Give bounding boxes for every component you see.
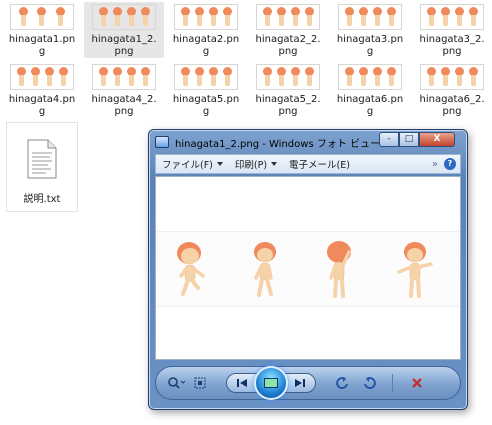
window-controls: - □ X (379, 132, 455, 147)
file-name: hinagata1_2.png (91, 34, 157, 57)
file-item[interactable]: hinagata6_2.png (412, 62, 492, 118)
delete-icon[interactable] (405, 373, 429, 393)
character-pose-4 (397, 242, 433, 298)
minimize-button[interactable]: - (379, 132, 399, 147)
file-thumbnail (338, 64, 402, 90)
chevron-down-icon (271, 162, 278, 166)
slideshow-icon[interactable] (254, 366, 288, 400)
file-item[interactable]: hinagata3_2.png (412, 2, 492, 58)
photo-viewer-window: hinagata1_2.png - Windows フォト ビューアー - □ … (148, 129, 468, 410)
file-item[interactable]: hinagata5_2.png (248, 62, 328, 118)
character-pose-2 (254, 242, 276, 297)
file-name: hinagata5_2.png (255, 94, 321, 117)
file-name: hinagata4_2.png (91, 94, 157, 117)
character-pose-3 (327, 241, 351, 298)
file-name: hinagata2.png (172, 34, 240, 57)
file-thumbnail (174, 4, 238, 30)
file-name: hinagata2_2.png (255, 34, 321, 57)
menu-file[interactable]: ファイル(F) (162, 157, 223, 171)
file-name: hinagata3.png (336, 34, 404, 57)
file-name: hinagata5.png (172, 94, 240, 117)
text-document-icon (27, 139, 57, 179)
viewer-toolbar (155, 366, 461, 400)
file-item[interactable]: hinagata3.png (330, 2, 410, 58)
menu-bar: ファイル(F) 印刷(P) 電子メール(E) » ? (155, 154, 461, 174)
file-name: hinagata3_2.png (419, 34, 485, 57)
file-item[interactable]: hinagata1.png (2, 2, 82, 58)
rotate-group (330, 373, 382, 393)
file-thumbnail (420, 4, 484, 30)
slideshow-screen-icon (264, 378, 278, 388)
file-thumbnail (92, 64, 156, 90)
file-item[interactable]: hinagata2_2.png (248, 2, 328, 58)
menu-right-group: » ? (432, 158, 460, 170)
rotate-clockwise-icon[interactable] (358, 373, 382, 393)
menu-file-label: ファイル(F) (162, 160, 213, 171)
file-item-selected[interactable]: hinagata1_2.png (84, 2, 164, 58)
file-thumbnail (10, 4, 74, 30)
photo-viewer-app-icon (155, 136, 169, 148)
file-name: hinagata6.png (336, 94, 404, 117)
menu-print[interactable]: 印刷(P) (234, 157, 278, 171)
rotate-counterclockwise-icon[interactable] (330, 373, 354, 393)
file-item[interactable]: hinagata4_2.png (84, 62, 164, 118)
help-icon[interactable]: ? (444, 158, 456, 170)
file-thumbnail (420, 64, 484, 90)
file-thumbnail (92, 4, 156, 30)
file-item[interactable]: hinagata4.png (2, 62, 82, 118)
image-canvas[interactable] (155, 176, 461, 360)
toolbar-separator (392, 374, 393, 392)
file-thumbnail (10, 64, 74, 90)
text-file-name: 説明.txt (23, 194, 61, 205)
file-thumbnail (256, 64, 320, 90)
menu-email-label: 電子メール(E) (289, 160, 350, 171)
title-bar[interactable]: hinagata1_2.png - Windows フォト ビューアー - □ … (155, 132, 455, 151)
file-item[interactable]: hinagata5.png (166, 62, 246, 118)
file-item[interactable]: hinagata2.png (166, 2, 246, 58)
menu-print-label: 印刷(P) (234, 160, 268, 171)
window-title: hinagata1_2.png - Windows フォト ビューアー (175, 138, 397, 150)
character-pose-1 (177, 242, 205, 296)
file-name: hinagata6_2.png (419, 94, 485, 117)
file-thumbnail (338, 4, 402, 30)
chevron-down-icon (216, 162, 223, 166)
actual-size-icon[interactable] (188, 373, 212, 393)
magnifier-icon[interactable] (164, 373, 188, 393)
close-button[interactable]: X (419, 132, 455, 147)
navigation-cluster (226, 366, 316, 400)
file-thumbnail (174, 64, 238, 90)
next-icon[interactable] (284, 373, 316, 393)
text-file-item[interactable]: 説明.txt (6, 122, 78, 212)
file-item[interactable]: hinagata6.png (330, 62, 410, 118)
menu-email[interactable]: 電子メール(E) (289, 157, 350, 171)
file-name: hinagata1.png (8, 34, 76, 57)
file-thumbnail (256, 4, 320, 30)
displayed-image (157, 231, 459, 307)
file-name: hinagata4.png (8, 94, 76, 117)
maximize-button[interactable]: □ (399, 132, 419, 147)
overflow-chevron-icon[interactable]: » (432, 159, 438, 170)
